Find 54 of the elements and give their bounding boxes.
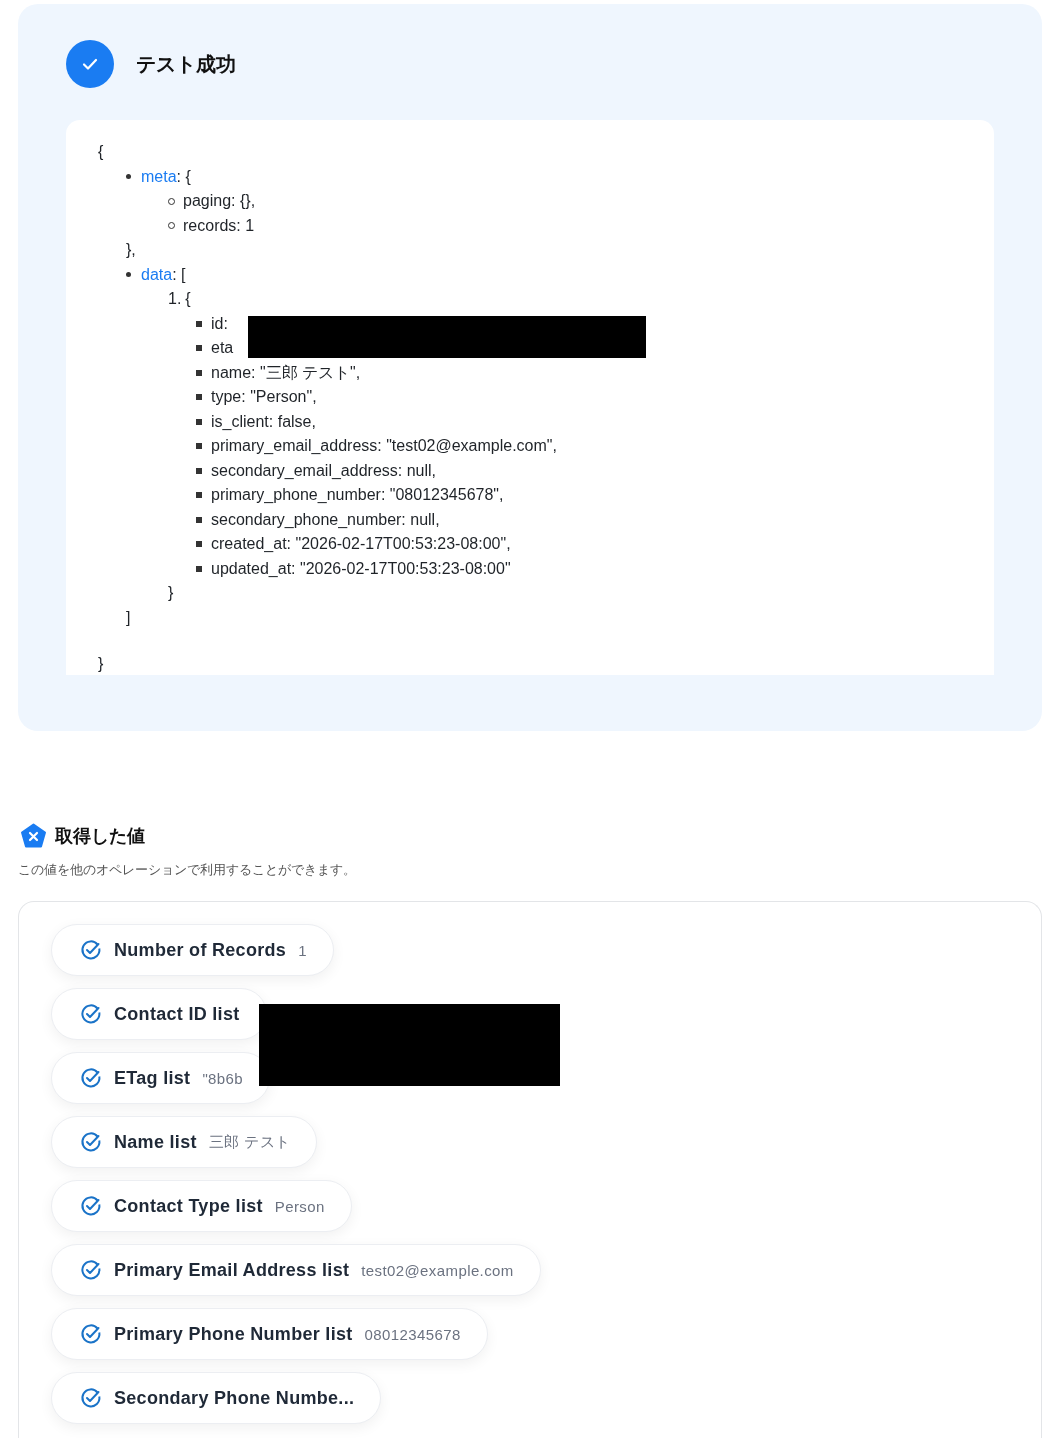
list-number: 1. [168,289,182,309]
code-line: } [98,654,105,674]
code-line: is_client: false, [211,411,316,432]
bullet-icon [196,541,202,548]
bullet-icon [196,394,202,401]
check-circle-icon [80,1003,102,1025]
check-circle-icon [80,939,102,961]
bullet-icon [196,467,202,474]
value-chip[interactable]: Secondary Phone Numbe... [51,1372,382,1424]
bullet-icon [196,516,202,523]
code-line: secondary_email_address: null, [211,460,436,481]
bullet-icon [196,320,202,327]
bullet-icon [196,345,202,352]
bullet-icon [196,565,202,572]
check-circle-icon [80,1259,102,1281]
code-line: id: [211,313,228,334]
code-line: secondary_phone_number: null, [211,509,440,530]
variable-icon [20,823,47,849]
value-chip[interactable]: Name list 三郎 テスト [51,1116,318,1168]
result-title: テスト成功 [136,51,236,77]
code-line: primary_phone_number: "08012345678", [211,485,504,505]
section-title: 取得した値 [55,825,145,848]
value-chip[interactable]: Contact Type list Person [51,1180,352,1232]
code-line: { [185,289,191,309]
check-circle-icon [80,1195,102,1217]
value-chip[interactable]: Number of Records 1 [51,924,334,976]
code-line: updated_at: "2026-02-17T00:53:23-08:00" [211,558,511,579]
code-line: paging: {}, [183,191,256,211]
check-circle-icon [80,1387,102,1409]
section-description: この値を他のオペレーションで利用することができます。 [18,861,357,879]
code-line: created_at: "2026-02-17T00:53:23-08:00", [211,534,511,554]
check-circle-icon [80,1067,102,1089]
code-line: type: "Person", [211,387,317,407]
code-line: { [98,142,105,162]
code-line: eta [211,338,234,358]
code-line: primary_email_address: "test02@example.com", [211,436,557,456]
bullet-icon [196,492,202,499]
check-icon [66,40,114,88]
bullet-icon [196,418,202,425]
code-line: ] [126,607,132,628]
code-line: name: "三郎 テスト", [211,362,361,383]
bullet-icon [196,443,202,450]
bullet-icon [196,369,202,376]
code-line: }, [126,240,137,260]
code-line: data: [ [141,264,186,285]
bullet-icon [126,272,131,278]
value-chip[interactable]: Primary Phone Number list 08012345678 [51,1308,488,1360]
check-circle-icon [80,1323,102,1345]
check-circle-icon [80,1131,102,1153]
bullet-icon [126,174,131,180]
value-chip[interactable]: Primary Email Address list test02@example.com [51,1244,541,1296]
code-line: records: 1 [183,215,255,236]
code-line: meta: { [141,166,191,187]
code-line: } [168,583,175,603]
